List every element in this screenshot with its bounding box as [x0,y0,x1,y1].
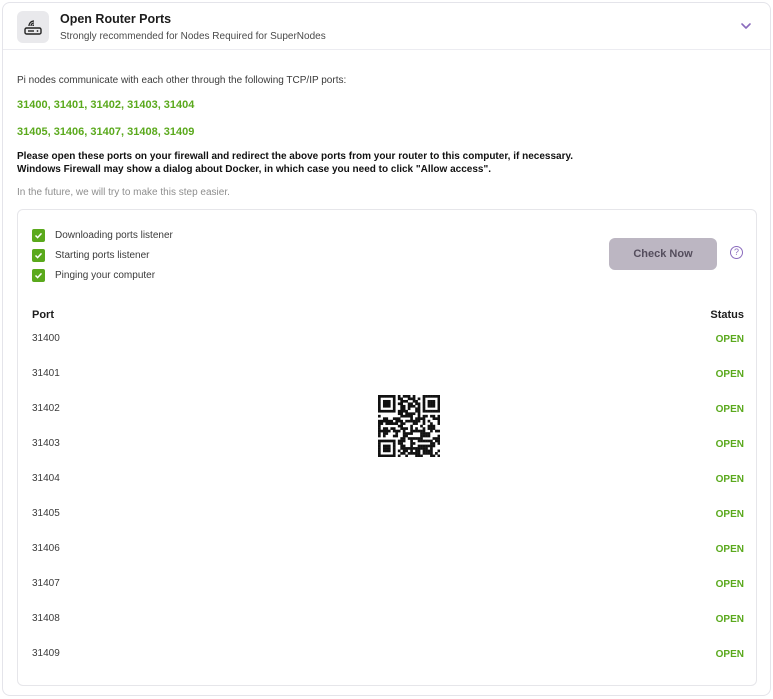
port-status: OPEN [715,369,744,380]
instruction-text: Please open these ports on your firewall… [17,151,574,162]
port-status: OPEN [715,334,744,345]
port-number: 31406 [32,543,60,554]
router-icon [17,11,49,43]
instruction-text: Windows Firewall may show a dialog about… [17,164,491,175]
port-status: OPEN [715,474,744,485]
port-number: 31404 [32,473,60,484]
table-row: 31401 OPEN [32,368,744,384]
table-row: 31406 OPEN [32,543,744,559]
port-number: 31407 [32,578,60,589]
open-router-ports-card: Open Router Ports Strongly recommended f… [2,2,771,696]
table-row: 31407 OPEN [32,578,744,594]
port-number: 31405 [32,508,60,519]
port-number: 31400 [32,333,60,344]
check-icon [32,248,45,262]
ports-list-line: 31400, 31401, 31402, 31403, 31404 [17,99,195,111]
port-check-panel: Downloading ports listener Starting port… [17,209,757,686]
port-status: OPEN [715,579,744,590]
help-circle-icon[interactable]: ? [730,246,743,259]
port-status: OPEN [715,509,744,520]
table-row: 31400 OPEN [32,333,744,349]
card-title: Open Router Ports [60,12,172,26]
port-number: 31401 [32,368,60,379]
port-number: 31409 [32,648,60,659]
port-number: 31402 [32,403,60,414]
checklist-label: Pinging your computer [55,269,156,281]
ports-list-line: 31405, 31406, 31407, 31408, 31409 [17,126,195,138]
port-status: OPEN [715,649,744,660]
port-status: OPEN [715,404,744,415]
checklist-label: Downloading ports listener [55,229,173,241]
future-note: In the future, we will try to make this … [17,187,230,198]
table-row: 31408 OPEN [32,613,744,629]
port-status: OPEN [715,439,744,450]
port-number: 31408 [32,613,60,624]
checklist-item: Downloading ports listener [32,228,173,242]
checklist-item: Pinging your computer [32,268,155,282]
checklist-item: Starting ports listener [32,248,150,262]
card-subtitle: Strongly recommended for Nodes Required … [60,31,326,42]
intro-text: Pi nodes communicate with each other thr… [17,75,347,86]
table-row: 31405 OPEN [32,508,744,524]
checklist-label: Starting ports listener [55,249,150,261]
column-header-status: Status [710,309,744,321]
card-header[interactable]: Open Router Ports Strongly recommended f… [3,3,770,50]
column-header-port: Port [32,309,54,321]
qr-code-image [378,395,441,458]
table-row: 31404 OPEN [32,473,744,489]
table-row: 31409 OPEN [32,648,744,664]
check-icon [32,228,45,242]
check-now-button[interactable]: Check Now [609,238,717,270]
port-status: OPEN [715,614,744,625]
chevron-down-icon[interactable] [739,19,753,33]
check-icon [32,268,45,282]
port-number: 31403 [32,438,60,449]
port-status: OPEN [715,544,744,555]
